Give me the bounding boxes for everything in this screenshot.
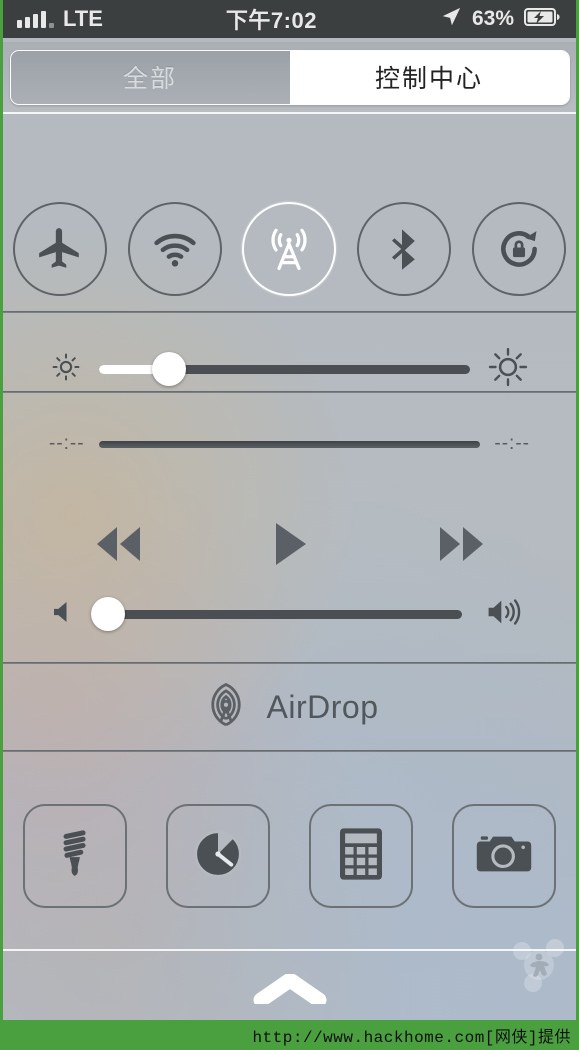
chevron-up-grabber-icon[interactable] bbox=[253, 972, 327, 1009]
playback-scrubber-row: --:-- --:-- bbox=[3, 419, 576, 469]
camera-button[interactable] bbox=[452, 804, 557, 908]
signal-bars-icon bbox=[17, 10, 54, 28]
status-bar: LTE 下午7:02 63% bbox=[3, 0, 576, 38]
camera-icon bbox=[475, 830, 533, 883]
status-bar-clock: 下午7:02 bbox=[225, 8, 317, 33]
wifi-toggle[interactable] bbox=[127, 202, 222, 296]
cellular-data-toggle[interactable] bbox=[242, 202, 337, 296]
control-center-panel: --:-- --:-- AirDrop bbox=[3, 114, 576, 1020]
battery-percent-label: 63% bbox=[471, 7, 514, 30]
status-bar-right: 63% bbox=[440, 6, 562, 33]
remaining-time-label: --:-- bbox=[494, 433, 530, 454]
tab-all[interactable]: 全部 bbox=[10, 50, 290, 104]
grabber-area[interactable] bbox=[3, 950, 576, 1026]
phone-screen: LTE 下午7:02 63% 全部 控制中心 --:-- --:-- AirDr… bbox=[0, 0, 579, 1050]
speaker-mute-icon bbox=[49, 597, 79, 632]
airplane-icon bbox=[35, 224, 85, 274]
play-button[interactable] bbox=[270, 520, 310, 568]
airdrop-row[interactable]: AirDrop bbox=[3, 664, 576, 750]
volume-slider-row bbox=[3, 584, 576, 644]
divider-airdrop bbox=[3, 750, 576, 752]
rotation-lock-toggle[interactable] bbox=[471, 202, 566, 296]
calculator-icon bbox=[337, 826, 385, 887]
brightness-slider-knob[interactable] bbox=[152, 352, 187, 386]
carrier-label: LTE bbox=[63, 6, 103, 31]
shortcut-row bbox=[3, 804, 576, 908]
site-watermark-logo bbox=[506, 933, 570, 1002]
sun-large-icon bbox=[486, 345, 530, 394]
flashlight-icon bbox=[48, 827, 102, 886]
bluetooth-toggle[interactable] bbox=[357, 202, 452, 296]
footer-watermark-bar: http://www.hackhome.com[网侠]提供 bbox=[3, 1020, 576, 1050]
playback-scrubber-track[interactable] bbox=[98, 440, 481, 448]
brightness-slider-row bbox=[3, 339, 576, 399]
volume-slider-knob[interactable] bbox=[91, 597, 126, 631]
elapsed-time-label: --:-- bbox=[49, 433, 85, 454]
sun-small-icon bbox=[49, 350, 83, 389]
brightness-slider-track[interactable] bbox=[99, 352, 470, 386]
tab-control-center[interactable]: 控制中心 bbox=[289, 50, 569, 104]
speaker-loud-icon bbox=[484, 595, 530, 634]
location-arrow-icon bbox=[440, 6, 462, 33]
bluetooth-icon bbox=[380, 225, 428, 273]
transport-controls bbox=[3, 504, 576, 584]
toggle-row bbox=[3, 202, 576, 296]
flashlight-button[interactable] bbox=[22, 804, 127, 908]
timer-button[interactable] bbox=[165, 804, 270, 908]
fast-forward-button[interactable] bbox=[430, 523, 492, 565]
rotation-lock-icon bbox=[494, 224, 544, 274]
airplane-mode-toggle[interactable] bbox=[13, 202, 108, 296]
calculator-button[interactable] bbox=[309, 804, 414, 908]
segmented-control[interactable]: 全部 控制中心 bbox=[9, 49, 570, 105]
divider-toggles bbox=[3, 311, 576, 313]
rewind-button[interactable] bbox=[88, 523, 150, 565]
airdrop-icon bbox=[201, 680, 251, 735]
wifi-icon bbox=[149, 223, 201, 275]
battery-charging-icon bbox=[524, 7, 562, 32]
timer-icon bbox=[189, 825, 247, 888]
tab-bar: 全部 控制中心 bbox=[3, 42, 576, 112]
divider-brightness bbox=[3, 391, 576, 393]
status-bar-left: LTE bbox=[17, 6, 103, 32]
airdrop-label: AirDrop bbox=[266, 688, 379, 725]
cell-tower-icon bbox=[263, 223, 315, 275]
footer-url-text: http://www.hackhome.com[网侠]提供 bbox=[252, 1029, 571, 1047]
volume-slider-track[interactable] bbox=[91, 597, 462, 631]
